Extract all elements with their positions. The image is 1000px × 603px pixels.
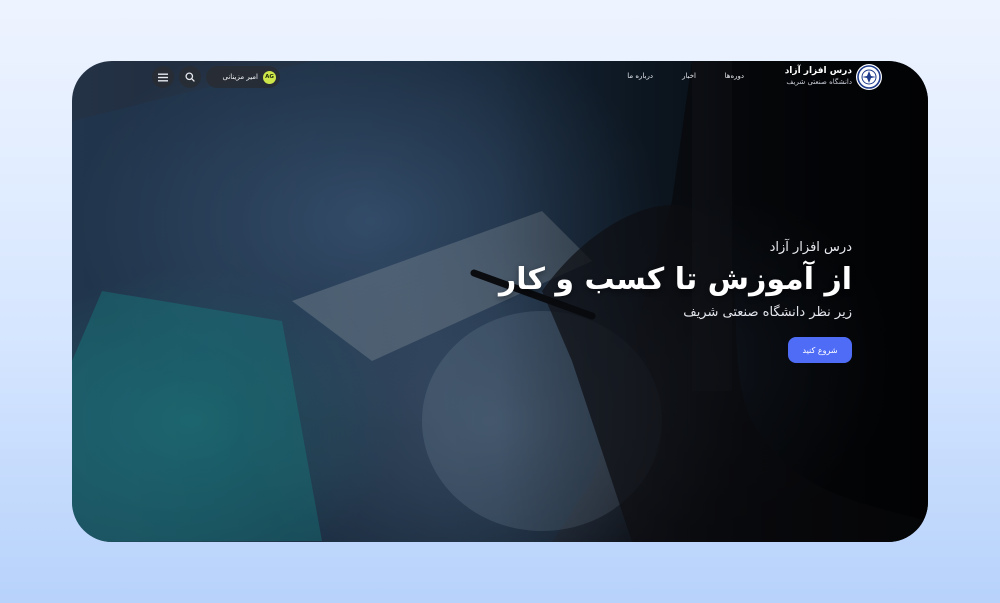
hero-frame: درس افزار آزاد دانشگاه صنعتی شریف دوره‌ه… — [72, 61, 928, 542]
nav-item-courses[interactable]: دوره‌ها — [725, 72, 744, 86]
search-icon — [185, 72, 195, 82]
hero-title: از آموزش تا کسب و کار — [499, 262, 852, 297]
brand[interactable]: درس افزار آزاد دانشگاه صنعتی شریف — [762, 65, 852, 87]
search-button[interactable] — [179, 66, 201, 88]
hamburger-menu-icon — [158, 73, 168, 81]
avatar: AG — [263, 70, 276, 84]
brand-title: درس افزار آزاد — [784, 66, 852, 76]
menu-button[interactable] — [152, 66, 174, 88]
brand-subtitle: دانشگاه صنعتی شریف — [786, 78, 852, 86]
user-profile-button[interactable]: امیر مزینانی AG — [206, 66, 280, 88]
user-name: امیر مزینانی — [222, 73, 258, 81]
nav-item-news[interactable]: اخبار — [682, 72, 696, 86]
get-started-button[interactable]: شروع کنید — [788, 337, 852, 363]
hero-content: درس افزار آزاد از آموزش تا کسب و کار زیر… — [332, 239, 852, 363]
hero-subtitle: زیر نظر دانشگاه صنعتی شریف — [683, 305, 852, 320]
hero-kicker: درس افزار آزاد — [769, 240, 852, 255]
top-navbar: درس افزار آزاد دانشگاه صنعتی شریف دوره‌ه… — [72, 61, 928, 95]
university-seal-icon[interactable] — [856, 64, 882, 90]
nav-item-about[interactable]: درباره ما — [627, 72, 653, 86]
